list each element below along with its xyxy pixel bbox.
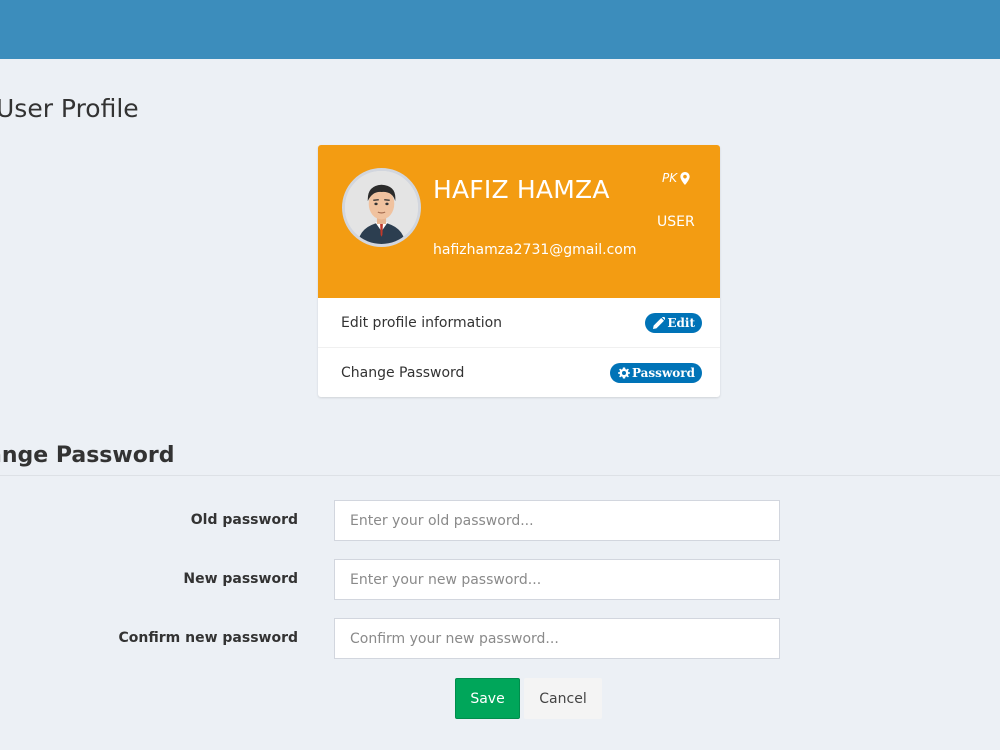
old-password-label: Old password [190,512,298,528]
edit-profile-row: Edit profile information Edit [318,299,720,348]
map-marker-icon [680,171,690,185]
user-role: USER [657,214,695,230]
password-button-label: Password [631,365,695,380]
change-password-label: Change Password [341,364,465,381]
edit-profile-label: Edit profile information [341,315,503,331]
user-avatar-icon [342,168,421,247]
top-navbar [0,0,1000,59]
user-country: PK [662,171,690,185]
change-password-title: ange Password [0,443,175,468]
gear-icon [617,367,630,378]
save-button[interactable]: Save [455,678,520,719]
change-password-button[interactable]: Password [609,362,702,383]
country-code: PK [662,171,678,185]
edit-profile-button[interactable]: Edit [645,313,702,333]
new-password-label: New password [183,571,298,587]
cancel-button[interactable]: Cancel [524,678,602,719]
user-email: hafizhamza2731@gmail.com [433,242,637,258]
change-password-row: Change Password Password [318,348,720,397]
page-title: User Profile [0,94,139,123]
avatar-illustration [345,171,418,244]
pencil-icon [653,317,666,329]
section-divider [0,475,1000,476]
edit-button-label: Edit [667,316,695,330]
confirm-password-input[interactable] [334,618,780,659]
confirm-password-label: Confirm new password [118,630,298,646]
old-password-input[interactable] [334,500,780,541]
profile-card: HAFIZ HAMZA hafizhamza2731@gmail.com PK … [318,145,720,397]
user-name: HAFIZ HAMZA [433,175,610,204]
profile-card-header: HAFIZ HAMZA hafizhamza2731@gmail.com PK … [318,145,720,298]
new-password-input[interactable] [334,559,780,600]
